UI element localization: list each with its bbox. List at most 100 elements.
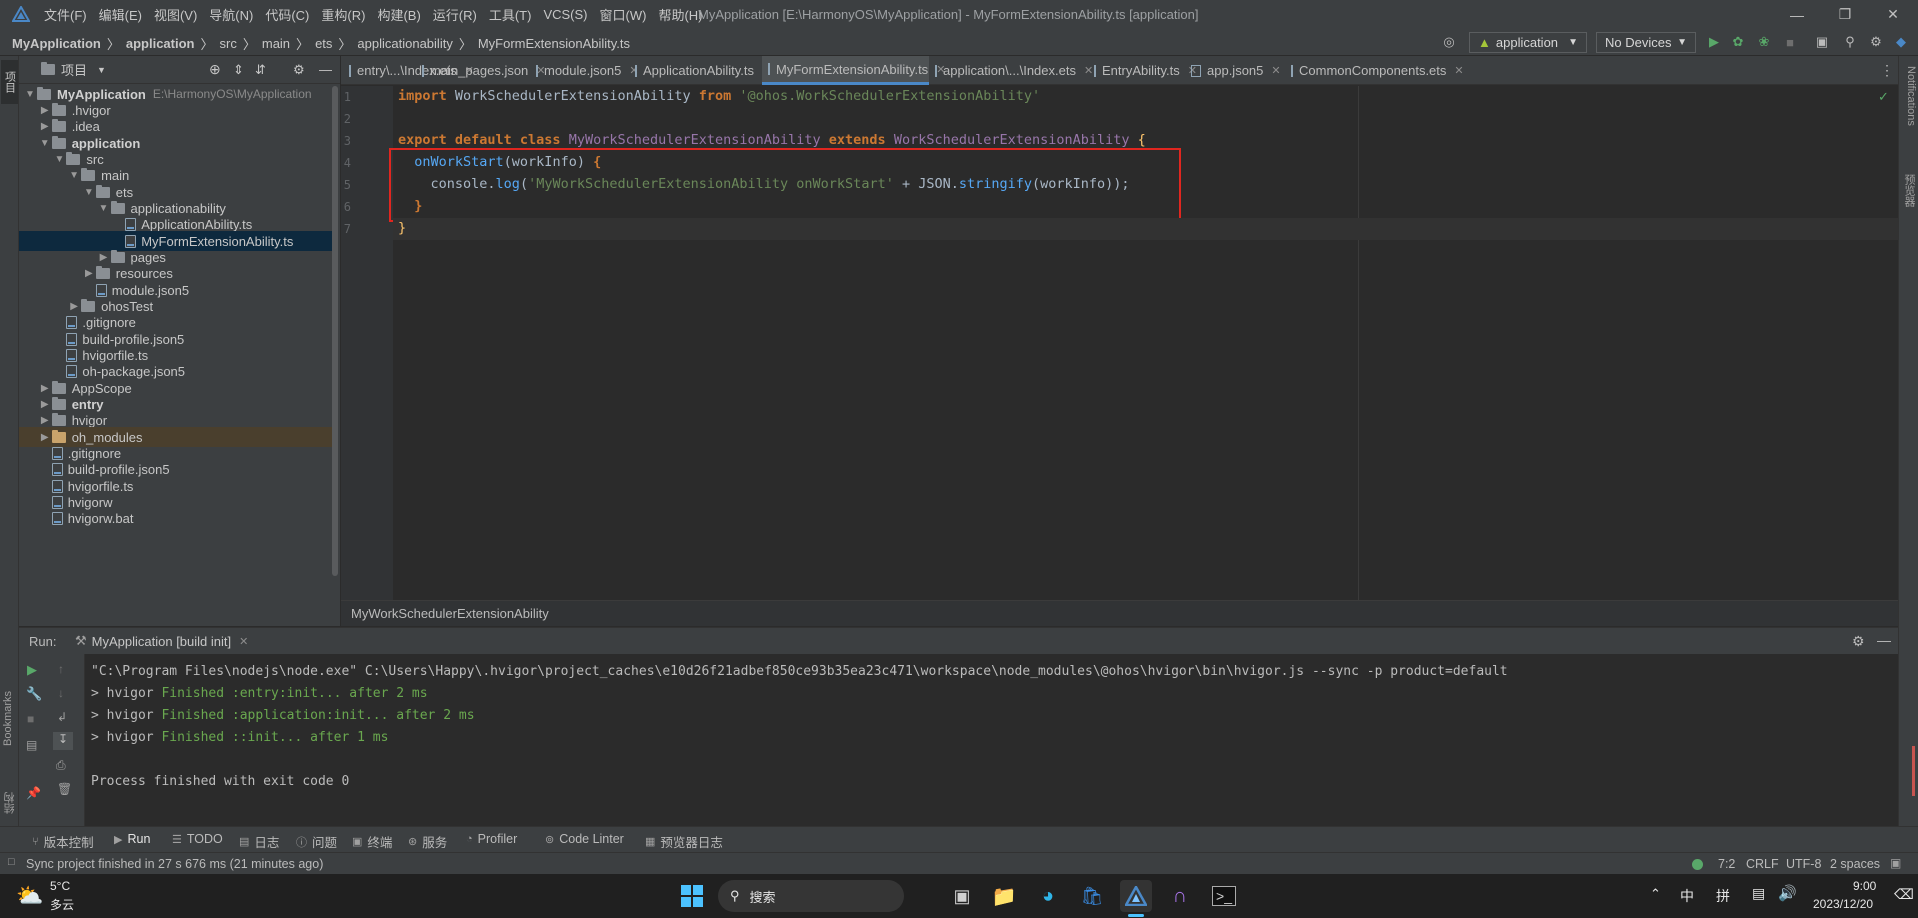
menu-item[interactable]: 运行(R) — [433, 5, 477, 24]
status-message[interactable]: Sync project finished in 27 s 676 ms (21… — [26, 857, 323, 871]
restore-button[interactable]: ❐ — [1822, 0, 1868, 29]
layout-icon[interactable]: ▤ — [26, 738, 37, 752]
stop-icon[interactable]: ■ — [1782, 34, 1798, 50]
weather-icon[interactable]: ⛅ — [16, 883, 43, 909]
assistant-icon[interactable]: ◆ — [1893, 34, 1909, 50]
run-config-select[interactable]: ▲ application ▼ — [1469, 32, 1587, 53]
editor-tab[interactable]: app.json5 ✕ — [1185, 56, 1285, 85]
notifications-tool-button[interactable]: Notifications — [1901, 66, 1917, 161]
chevron-down-icon[interactable]: ▼ — [23, 89, 37, 100]
line-separator[interactable]: CRLF — [1746, 857, 1779, 871]
chevron-right-icon[interactable]: ▶ — [67, 301, 81, 312]
menu-item[interactable]: 构建(B) — [377, 5, 420, 24]
lock-icon[interactable]: ▣ — [1890, 856, 1901, 870]
bottom-tool-button[interactable]: ▦ 预览器日志 — [645, 832, 723, 851]
more-tabs-icon[interactable]: ⋮ — [1880, 62, 1894, 79]
device-manager-icon[interactable]: ▣ — [1814, 34, 1830, 50]
file-explorer-icon[interactable]: 📁 — [988, 880, 1020, 912]
structure-tool-button[interactable]: 结构 — [2, 774, 17, 814]
store-icon[interactable]: 🛍 — [1076, 880, 1108, 912]
network-icon[interactable]: ▤ — [1752, 885, 1765, 902]
ime-pinyin[interactable]: 拼 — [1716, 886, 1730, 906]
bottom-tool-button[interactable]: ▤ 日志 — [239, 832, 279, 851]
visual-studio-icon[interactable]: ∩ — [1164, 880, 1196, 912]
project-view-label[interactable]: 项目 — [61, 60, 87, 79]
trash-icon[interactable]: 🗑 — [57, 782, 72, 796]
weather-temp[interactable]: 5°C — [50, 879, 70, 893]
bookmarks-tool-button[interactable]: Bookmarks — [2, 676, 17, 746]
volume-icon[interactable]: 🔊 — [1778, 884, 1797, 902]
previewer-tool-button[interactable]: 预览器 — [1901, 174, 1917, 224]
menu-item[interactable]: 代码(C) — [265, 5, 309, 24]
gear-icon[interactable]: ⚙ — [293, 62, 305, 78]
chevron-down-icon[interactable]: ▼ — [38, 138, 52, 149]
menu-item[interactable]: 文件(F) — [44, 5, 87, 24]
breadcrumb-item[interactable]: MyApplication — [12, 36, 101, 51]
terminal-icon[interactable]: >_ — [1208, 880, 1240, 912]
ime-mode[interactable]: 中 — [1680, 886, 1694, 906]
chevron-right-icon[interactable]: ▶ — [97, 252, 111, 263]
breadcrumb-item[interactable]: ets — [315, 36, 332, 51]
caret-position[interactable]: 7:2 — [1718, 857, 1735, 871]
task-view-icon[interactable]: ▣ — [946, 880, 978, 912]
editor-tab[interactable]: CommonComponents.ets ✕ — [1285, 56, 1464, 85]
run-console[interactable]: "C:\Program Files\nodejs\node.exe" C:\Us… — [19, 654, 1898, 826]
close-icon[interactable]: ✕ — [239, 635, 248, 648]
deveco-studio-icon[interactable] — [1120, 880, 1152, 912]
device-select[interactable]: No Devices ▼ — [1596, 32, 1696, 53]
chevron-down-icon[interactable]: ▼ — [97, 65, 106, 75]
gear-icon[interactable]: ⚙ — [1852, 633, 1865, 650]
bottom-tool-button[interactable]: ⓘ 问题 — [296, 832, 337, 851]
soft-wrap-icon[interactable]: ↲ — [57, 710, 67, 724]
indent-setting[interactable]: 2 spaces — [1830, 857, 1880, 871]
bottom-tool-button[interactable]: ◔ Profiler — [466, 832, 517, 846]
bottom-tool-button[interactable]: ⊛ 服务 — [408, 832, 447, 851]
menu-item[interactable]: 视图(V) — [154, 5, 197, 24]
run-tab[interactable]: ⚒ MyApplication [build init] ✕ — [69, 630, 254, 652]
chevron-right-icon[interactable]: ▶ — [38, 432, 52, 443]
editor-tab[interactable]: MyFormExtensionAbility.ts ✕ — [762, 56, 945, 85]
status-toggle-icon[interactable]: □ — [8, 856, 15, 868]
bottom-tool-button[interactable]: ▣ 终端 — [352, 832, 392, 851]
expand-all-icon[interactable]: ⇕ — [233, 62, 244, 78]
scroll-to-end-icon[interactable]: ↧ — [53, 732, 73, 750]
bottom-tool-button[interactable]: ⊚ Code Linter — [545, 832, 624, 846]
chevron-down-icon[interactable]: ▼ — [67, 170, 81, 181]
collapse-all-icon[interactable]: ⇵ — [255, 62, 266, 78]
breadcrumb-item[interactable]: main — [262, 36, 290, 51]
run-icon[interactable]: ▶ — [1706, 34, 1722, 50]
menu-item[interactable]: 导航(N) — [209, 5, 253, 24]
chevron-right-icon[interactable]: ▶ — [38, 383, 52, 394]
editor-tab[interactable]: main_pages.json ✕ — [416, 56, 546, 85]
down-arrow-icon[interactable]: ↓ — [58, 686, 64, 700]
project-tool-button[interactable]: 项目 — [1, 60, 18, 104]
gear-icon[interactable]: ⚙ — [1868, 34, 1884, 50]
chevron-down-icon[interactable]: ▼ — [97, 203, 111, 214]
editor-tab[interactable]: module.json5 ✕ — [530, 56, 639, 85]
taskbar-search[interactable]: ⚲ 搜索 — [718, 880, 904, 912]
tree-file[interactable]: hvigorw.bat — [19, 508, 337, 528]
minimize-button[interactable]: — — [1774, 0, 1820, 29]
pin-icon[interactable]: 📌 — [26, 786, 41, 800]
breadcrumb-item[interactable]: application — [126, 36, 195, 51]
breadcrumb-item[interactable]: applicationability — [357, 36, 452, 51]
menu-item[interactable]: 帮助(H) — [658, 5, 702, 24]
menu-item[interactable]: VCS(S) — [543, 7, 587, 22]
chevron-right-icon[interactable]: ▶ — [82, 268, 96, 279]
close-icon[interactable]: ✕ — [1454, 64, 1463, 77]
start-button[interactable] — [676, 880, 708, 912]
weather-desc[interactable]: 多云 — [50, 896, 74, 913]
stop-icon[interactable]: ■ — [27, 712, 34, 726]
file-encoding[interactable]: UTF-8 — [1786, 857, 1821, 871]
print-icon[interactable]: ⎙ — [56, 758, 66, 773]
locate-icon[interactable]: ⊕ — [209, 61, 221, 78]
chevron-right-icon[interactable]: ▶ — [38, 415, 52, 426]
hide-panel-icon[interactable]: — — [1877, 632, 1891, 648]
debug-icon[interactable]: ✿ — [1730, 34, 1746, 50]
bottom-tool-button[interactable]: ⑂ 版本控制 — [32, 832, 94, 851]
target-icon[interactable]: ◎ — [1441, 34, 1457, 50]
editor-tab[interactable]: application\...\Index.ets ✕ — [929, 56, 1093, 85]
bottom-tool-button[interactable]: ▶ Run — [114, 832, 150, 846]
menu-item[interactable]: 编辑(E) — [99, 5, 142, 24]
menu-item[interactable]: 工具(T) — [489, 5, 532, 24]
